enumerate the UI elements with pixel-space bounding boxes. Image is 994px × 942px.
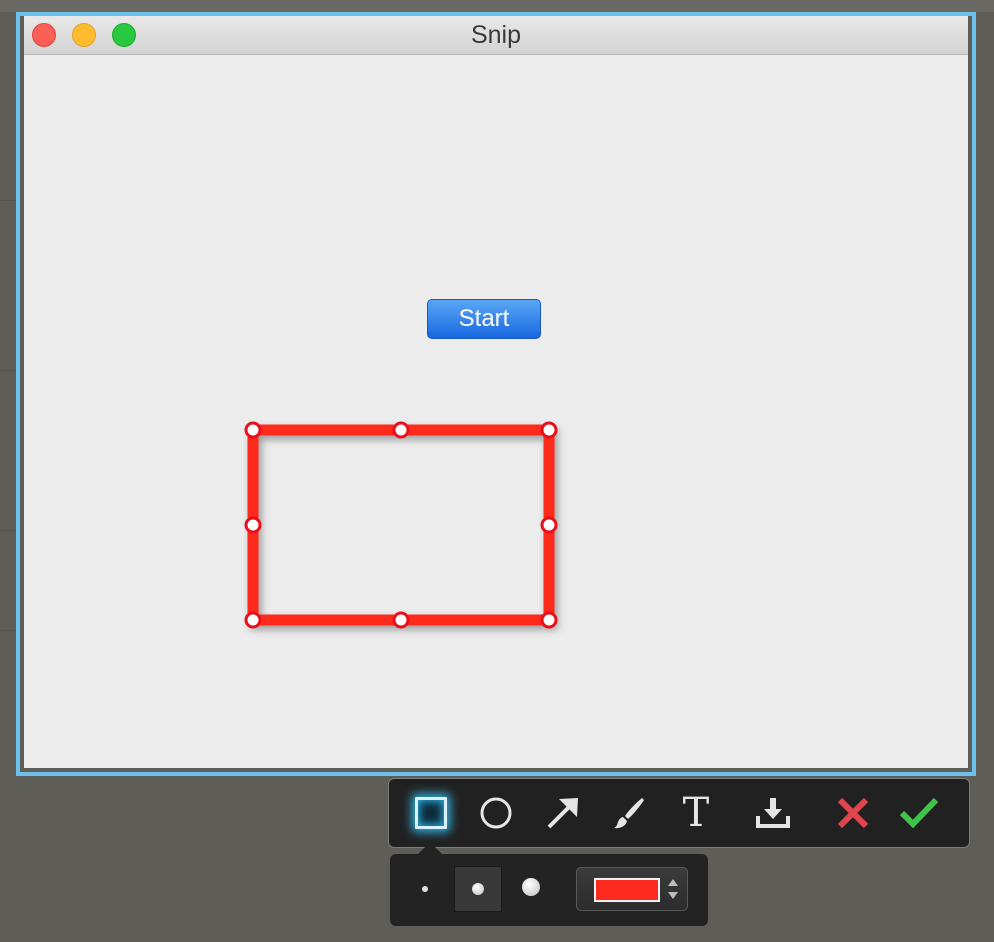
arrow-tool-button[interactable] [541, 791, 585, 835]
annotation-toolbar: T [388, 778, 970, 848]
stroke-options-panel [390, 854, 708, 926]
stroke-size-medium-button[interactable] [454, 866, 502, 912]
window-titlebar[interactable]: Snip [24, 16, 968, 55]
resize-handle[interactable] [244, 516, 262, 534]
resize-handle[interactable] [540, 516, 558, 534]
color-picker[interactable] [576, 867, 688, 911]
rectangle-annotation[interactable] [240, 416, 580, 646]
resize-handle[interactable] [540, 611, 558, 629]
x-icon [837, 797, 869, 829]
resize-handle[interactable] [392, 421, 410, 439]
ellipse-tool-button[interactable] [474, 791, 518, 835]
desktop-line [0, 630, 16, 631]
stepper-arrows-icon [668, 879, 678, 899]
resize-handle[interactable] [244, 611, 262, 629]
brush-tool-button[interactable] [607, 791, 651, 835]
arrow-up-right-icon [547, 798, 578, 829]
dot-icon [472, 883, 484, 895]
window-title: Snip [470, 21, 522, 49]
desktop-line [0, 530, 16, 531]
brush-icon [614, 798, 644, 829]
desktop-background [0, 0, 994, 12]
confirm-tool-button[interactable] [897, 791, 941, 835]
text-tool-button[interactable]: T [674, 791, 718, 835]
text-icon: T [682, 790, 710, 836]
rectangle-outline [247, 424, 555, 626]
rectangle-tool-button[interactable] [409, 791, 453, 835]
desktop-line [0, 370, 16, 371]
desktop-line [0, 200, 16, 201]
resize-handle[interactable] [392, 611, 410, 629]
square-outline-icon [415, 797, 447, 829]
stroke-size-small-button[interactable] [422, 886, 428, 892]
snip-window: Snip Start [24, 16, 968, 768]
stroke-size-large-button[interactable] [522, 878, 540, 896]
checkmark-icon [899, 797, 939, 829]
resize-handle[interactable] [244, 421, 262, 439]
resize-handle[interactable] [540, 421, 558, 439]
cancel-tool-button[interactable] [831, 791, 875, 835]
color-swatch [594, 878, 660, 902]
circle-outline-icon [480, 797, 512, 829]
start-button[interactable]: Start [427, 299, 541, 339]
options-pointer [418, 842, 442, 854]
download-icon [756, 798, 790, 828]
save-tool-button[interactable] [751, 791, 795, 835]
